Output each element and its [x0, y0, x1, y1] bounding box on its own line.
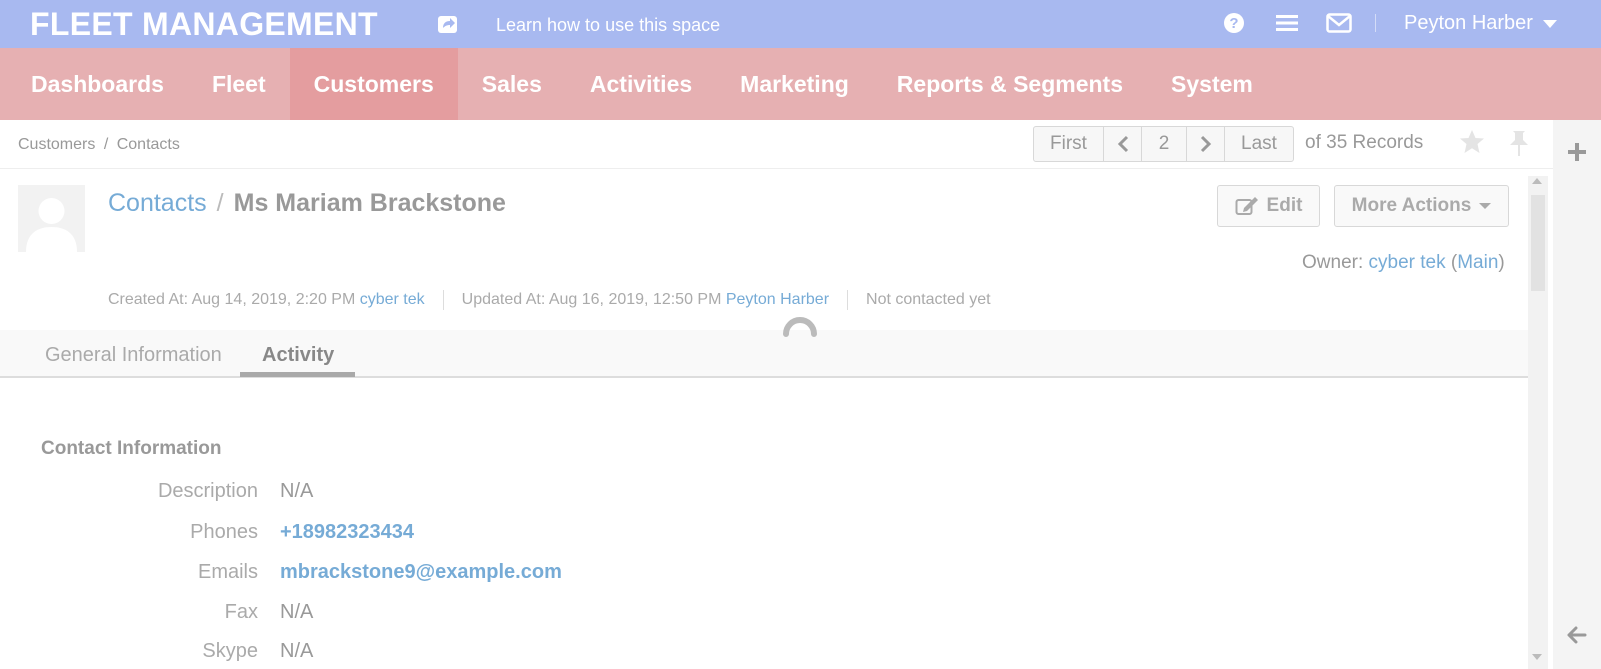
- owner-link[interactable]: cyber tek: [1369, 252, 1446, 273]
- field-value-skype: N/A: [280, 640, 314, 662]
- breadcrumb: Customers / Contacts: [18, 136, 180, 154]
- record-meta: Created At: Aug 14, 2019, 2:20 PM cyber …: [108, 290, 991, 310]
- tab-general-information[interactable]: General Information: [45, 344, 222, 367]
- loading-spinner-icon: [783, 317, 817, 337]
- side-panel: [1553, 120, 1601, 669]
- created-by-link[interactable]: cyber tek: [360, 291, 425, 309]
- title-separator: /: [216, 189, 224, 217]
- field-label-description: Description: [157, 480, 258, 502]
- nav-item-fleet[interactable]: Fleet: [188, 48, 290, 120]
- field-value-fax: N/A: [280, 601, 314, 623]
- chevron-right-icon: [1200, 135, 1211, 153]
- nav-item-dashboards[interactable]: Dashboards: [0, 48, 188, 120]
- caret-down-icon: [1479, 203, 1492, 209]
- scroll-up-arrow-icon[interactable]: [1532, 178, 1542, 184]
- nav-item-customers[interactable]: Customers: [289, 48, 458, 120]
- user-menu[interactable]: Peyton Harber: [1404, 12, 1557, 35]
- star-icon[interactable]: [1459, 129, 1485, 155]
- scrollbar-thumb[interactable]: [1531, 195, 1545, 291]
- app-logo[interactable]: FLEET MANAGEMENT: [30, 6, 378, 43]
- chevron-down-icon: [1542, 19, 1557, 28]
- user-name: Peyton Harber: [1404, 12, 1533, 34]
- more-actions-button[interactable]: More Actions: [1334, 185, 1509, 227]
- field-label-emails: Emails: [197, 561, 258, 583]
- nav-item-reports-segments[interactable]: Reports & Segments: [873, 48, 1147, 120]
- menu-icon[interactable]: [1276, 14, 1298, 32]
- pager-current-page[interactable]: 2: [1142, 127, 1187, 161]
- arrow-left-icon[interactable]: [1567, 625, 1587, 645]
- meta-divider: [847, 290, 849, 310]
- field-label-fax: Fax: [224, 601, 258, 623]
- pager-previous-button[interactable]: [1104, 127, 1142, 161]
- phone-link[interactable]: +18982323434: [280, 521, 414, 544]
- pager-last-button[interactable]: Last: [1225, 127, 1293, 161]
- created-at: Created At: Aug 14, 2019, 2:20 PM: [108, 291, 356, 308]
- more-actions-label: More Actions: [1351, 195, 1472, 216]
- section-title: Contact Information: [41, 438, 222, 459]
- nav-item-marketing[interactable]: Marketing: [716, 48, 873, 120]
- learn-link[interactable]: Learn how to use this space: [496, 15, 720, 36]
- meta-divider: [442, 290, 444, 310]
- help-icon[interactable]: ?: [1223, 12, 1245, 34]
- title-crumb-contacts[interactable]: Contacts: [108, 189, 207, 217]
- page-title: Contacts / Ms Mariam Brackstone: [108, 189, 506, 218]
- edit-icon: [1235, 197, 1258, 215]
- tab-activity[interactable]: Activity: [262, 344, 334, 367]
- breadcrumb-contacts[interactable]: Contacts: [117, 136, 180, 153]
- nav-item-system[interactable]: System: [1147, 48, 1277, 120]
- field-label-phones: Phones: [190, 521, 258, 543]
- contact-name: Ms Mariam Brackstone: [233, 189, 506, 217]
- breadcrumb-customers[interactable]: Customers: [18, 136, 95, 153]
- topbar-divider: [1375, 14, 1376, 32]
- active-tab-indicator: [240, 372, 355, 377]
- nav-item-activities[interactable]: Activities: [566, 48, 716, 120]
- scroll-down-arrow-icon[interactable]: [1532, 654, 1542, 660]
- header-divider: [0, 168, 1553, 169]
- main-navigation: Dashboards Fleet Customers Sales Activit…: [0, 48, 1601, 120]
- record-pager: First 2 Last: [1033, 126, 1294, 162]
- pager-next-button[interactable]: [1187, 127, 1225, 161]
- share-icon[interactable]: [437, 14, 459, 34]
- pager-first-button[interactable]: First: [1034, 127, 1104, 161]
- edit-button-label: Edit: [1266, 195, 1303, 216]
- plus-icon[interactable]: [1567, 142, 1587, 162]
- business-unit-link[interactable]: Main: [1457, 252, 1498, 273]
- mail-icon[interactable]: [1326, 13, 1352, 33]
- records-count: of 35 Records: [1305, 132, 1424, 153]
- nav-item-sales[interactable]: Sales: [458, 48, 566, 120]
- email-link[interactable]: mbrackstone9@example.com: [280, 561, 562, 584]
- updated-by-link[interactable]: Peyton Harber: [726, 291, 829, 309]
- edit-button[interactable]: Edit: [1217, 185, 1320, 227]
- avatar: [18, 185, 85, 252]
- breadcrumb-separator: /: [103, 136, 109, 153]
- field-label-skype: Skype: [202, 640, 258, 662]
- tabs-bar: General Information Activity: [0, 330, 1528, 378]
- user-silhouette-icon: [26, 198, 77, 252]
- chevron-left-icon: [1117, 135, 1128, 153]
- pin-icon[interactable]: [1507, 129, 1531, 157]
- contact-status: Not contacted yet: [866, 291, 991, 308]
- field-value-description: N/A: [280, 480, 314, 502]
- svg-text:?: ?: [1229, 15, 1238, 32]
- owner-info: Owner: cyber tek (Main): [1302, 252, 1505, 273]
- owner-label: Owner:: [1302, 252, 1364, 273]
- updated-at: Updated At: Aug 16, 2019, 12:50 PM: [461, 291, 722, 308]
